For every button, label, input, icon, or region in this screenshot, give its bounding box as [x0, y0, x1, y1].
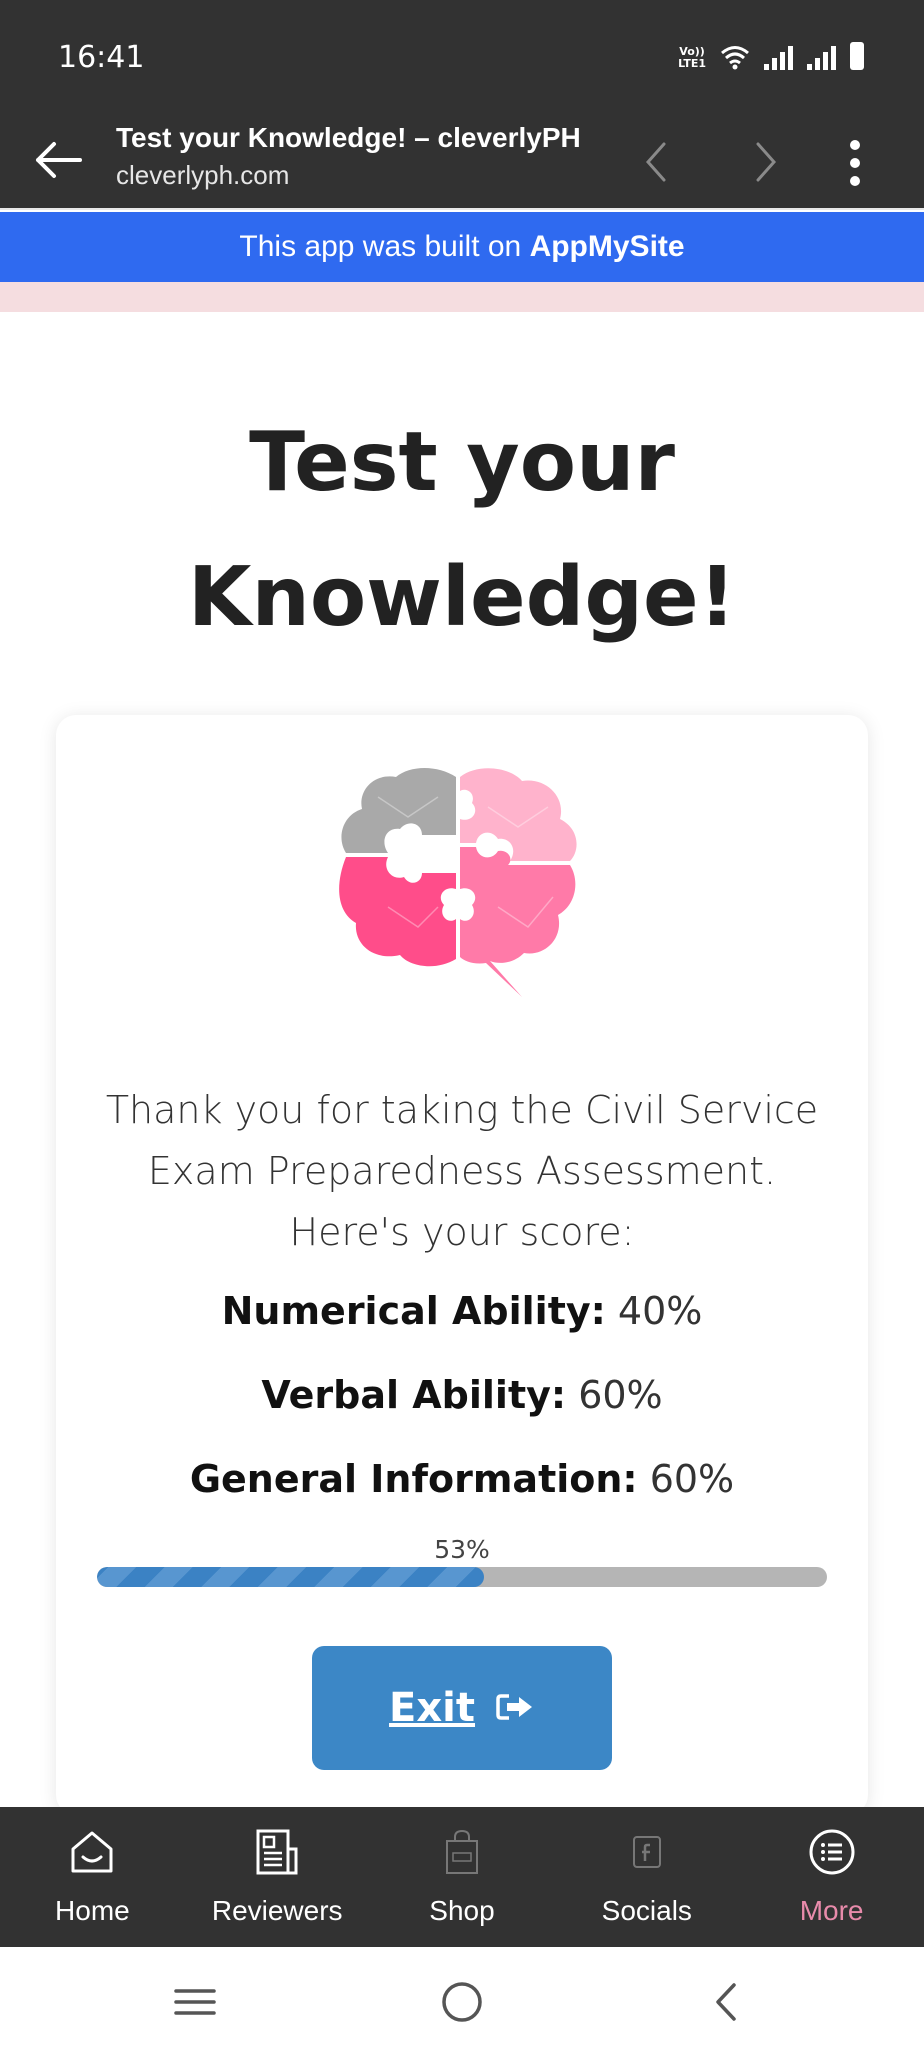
banner-text: This app was built on: [239, 230, 530, 263]
page-title: Test your Knowledge!: [0, 395, 924, 665]
exit-label: Exit: [389, 1685, 476, 1731]
score-general-information: General Information: 60%: [56, 1457, 868, 1501]
progress-bar: [97, 1567, 827, 1587]
page-title-line: Test your: [249, 415, 675, 510]
brain-puzzle-icon: [339, 768, 577, 997]
browser-page-title: Test your Knowledge! – cleverlyPH: [116, 122, 581, 153]
nav-label: More: [799, 1895, 864, 1926]
system-nav-bar: [0, 1947, 924, 2046]
status-bar: 16:41 Vo)) LTE1: [0, 0, 924, 112]
battery-icon: [850, 42, 864, 70]
shop-bag-icon: [445, 1829, 478, 1874]
recents-icon[interactable]: [170, 1977, 220, 2027]
chevron-left-icon[interactable]: [632, 134, 682, 190]
menu-list-icon: [809, 1829, 855, 1875]
back-arrow-icon[interactable]: [30, 132, 86, 188]
progress-label: 53%: [434, 1535, 490, 1564]
score-value: 40%: [617, 1289, 703, 1333]
nav-label: Socials: [601, 1895, 692, 1926]
appmysite-banner[interactable]: This app was built on AppMySite: [0, 212, 924, 282]
home-circle-icon[interactable]: [437, 1977, 487, 2027]
signal-icon: [764, 44, 793, 70]
result-card: Thank you for taking the Civil Service E…: [56, 715, 868, 1815]
signal-icon: [807, 44, 836, 70]
nav-label: Reviewers: [211, 1895, 343, 1926]
newspaper-icon: [256, 1829, 298, 1875]
browser-url: cleverlyph.com: [116, 160, 290, 190]
status-time: 16:41: [58, 40, 145, 75]
status-icons: Vo)) LTE1: [678, 40, 864, 70]
score-value: 60%: [578, 1373, 663, 1417]
back-chevron-icon[interactable]: [702, 1977, 752, 2027]
nav-item-home[interactable]: Home: [0, 1807, 185, 1947]
result-intro: Thank you for taking the Civil Service E…: [105, 1088, 819, 1254]
score-label: General Information:: [189, 1457, 638, 1501]
nav-item-reviewers[interactable]: Reviewers: [185, 1807, 370, 1947]
chevron-right-icon[interactable]: [740, 134, 790, 190]
nav-item-socials[interactable]: Socials: [554, 1807, 739, 1947]
page-title-line: Knowledge!: [187, 550, 737, 645]
home-icon: [71, 1831, 113, 1873]
banner-brand: AppMySite: [529, 230, 685, 263]
score-verbal-ability: Verbal Ability: 60%: [56, 1373, 868, 1417]
nav-item-more[interactable]: More: [739, 1807, 924, 1947]
exit-button[interactable]: Exit: [312, 1646, 612, 1770]
score-value: 60%: [649, 1457, 735, 1501]
wifi-icon: [721, 46, 749, 70]
volte-icon: Vo)) LTE1: [678, 45, 706, 70]
score-label: Numerical Ability:: [221, 1289, 606, 1333]
score-label: Verbal Ability:: [261, 1373, 567, 1417]
browser-toolbar: Test your Knowledge! – cleverlyPH clever…: [0, 112, 924, 210]
header-strip: [0, 282, 924, 312]
nav-label: Home: [55, 1895, 130, 1926]
sign-out-icon: [496, 1694, 532, 1720]
nav-label: Shop: [429, 1895, 495, 1926]
facebook-icon: [632, 1836, 661, 1868]
nav-item-shop[interactable]: Shop: [370, 1807, 555, 1947]
progress-fill: [97, 1567, 484, 1587]
bottom-nav: Home Reviewers Shop Socials More: [0, 1807, 924, 1947]
more-options-icon[interactable]: [838, 136, 872, 192]
score-numerical-ability: Numerical Ability: 40%: [56, 1289, 868, 1333]
